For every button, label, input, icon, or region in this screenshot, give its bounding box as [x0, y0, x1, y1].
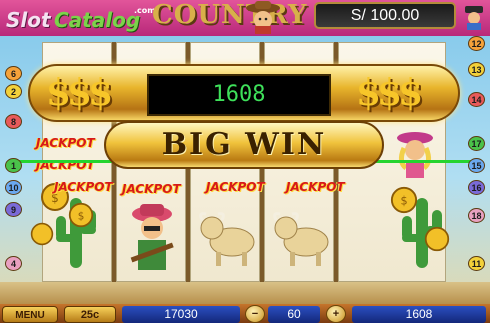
svg-text:$: $ [400, 195, 407, 208]
desert-ground [0, 282, 490, 304]
gold-coin-icon [424, 226, 450, 252]
dollar-signs-right: $$$ [356, 72, 423, 114]
sheriff-character-icon [465, 6, 483, 30]
menu-button[interactable]: MENU [2, 306, 58, 323]
svg-text:$: $ [78, 210, 85, 222]
payline-marker-left[interactable]: 10 [5, 180, 22, 195]
gold-coin-icon [30, 222, 54, 246]
payline-marker-right[interactable]: 15 [468, 158, 485, 173]
logo-slot-text: Slot [6, 8, 51, 32]
cowgirl-symbol-icon [397, 132, 433, 178]
payline-marker-right[interactable]: 16 [468, 180, 485, 195]
slotcatalog-logo: Slot Catalog .com [6, 6, 156, 34]
balance-display: S/ 100.00 [314, 2, 456, 29]
bet-decrease-button[interactable]: − [245, 305, 265, 323]
payline-marker-right[interactable]: 18 [468, 208, 485, 223]
payline-marker-right[interactable]: 13 [468, 62, 485, 77]
game-title: COUNTRY [152, 0, 308, 30]
payline-marker-left[interactable]: 4 [5, 256, 22, 271]
jackpot-label: JACKPOT [36, 136, 95, 150]
payline-marker-left[interactable]: 8 [5, 114, 22, 129]
bull-symbol-icon [273, 212, 329, 266]
credits-display: 17030 [122, 306, 240, 323]
payline-marker-left[interactable]: 1 [5, 158, 22, 173]
jackpot-label: JACKPOT [206, 180, 265, 194]
payline-marker-right[interactable]: 14 [468, 92, 485, 107]
jackpot-label: JACKPOT [286, 180, 345, 194]
payline-marker-right[interactable]: 17 [468, 136, 485, 151]
bet-display: 60 [268, 306, 320, 323]
win-display: 1608 [352, 306, 486, 323]
win-amount-display: 1608 [147, 74, 331, 116]
bet-increase-button[interactable]: + [326, 305, 346, 323]
payline-marker-right[interactable]: 12 [468, 36, 485, 51]
jackpot-label: JACKPOT [54, 180, 113, 194]
slot-game-screen: Slot Catalog .com COUNTRY S/ 100.00 $ $ … [0, 0, 490, 323]
payline-marker-right[interactable]: 11 [468, 256, 485, 271]
gold-coin-icon: $ [390, 186, 418, 214]
payline-marker-left[interactable]: 2 [5, 84, 22, 99]
logo-catalog-text: Catalog [54, 8, 141, 32]
big-win-banner: BIG WIN [104, 121, 384, 169]
gold-coin-icon: $ [68, 202, 94, 228]
payline-marker-left[interactable]: 6 [5, 66, 22, 81]
cowboy-symbol-icon [130, 204, 174, 270]
dollar-signs-left: $$$ [46, 72, 113, 114]
cowboy-mascot-icon [246, 1, 280, 34]
bull-symbol-icon [199, 212, 255, 266]
payline-marker-left[interactable]: 9 [5, 202, 22, 217]
denomination-button[interactable]: 25c [64, 306, 116, 323]
jackpot-label: JACKPOT [122, 182, 181, 196]
